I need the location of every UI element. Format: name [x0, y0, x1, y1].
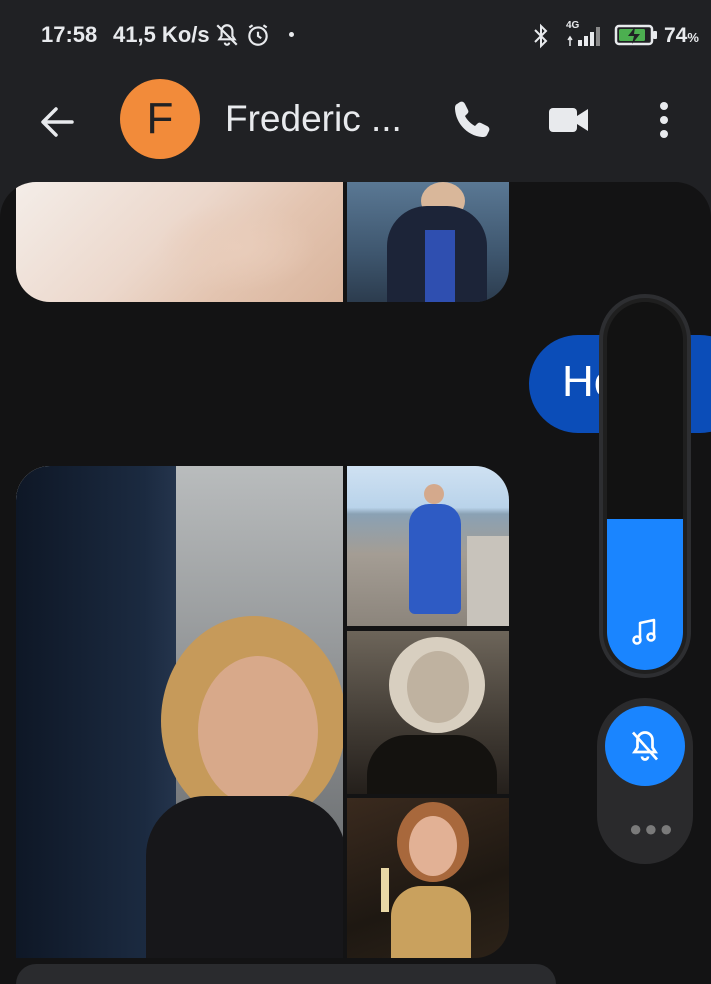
volume-track[interactable]: [607, 302, 683, 670]
notification-dot: [289, 32, 294, 37]
shared-photo[interactable]: [347, 631, 509, 794]
more-volume-options[interactable]: ●●●: [629, 816, 675, 842]
shared-photo[interactable]: [347, 182, 509, 302]
battery-percentage: 74%: [664, 24, 699, 47]
bell-off-icon: [631, 731, 659, 761]
video-call-icon[interactable]: [545, 96, 593, 144]
volume-slider[interactable]: [599, 294, 691, 678]
notifications-off-icon: [216, 24, 238, 46]
shared-photo[interactable]: [347, 798, 509, 958]
status-network-speed: 41,5 Ko/s: [113, 22, 210, 47]
ringer-panel: ●●●: [597, 698, 693, 864]
back-arrow-icon[interactable]: [36, 100, 80, 144]
signal-strength-icon: [567, 27, 600, 46]
battery-charging-icon: [614, 24, 657, 46]
message-composer-edge[interactable]: [16, 964, 556, 984]
phone-icon[interactable]: [448, 96, 496, 144]
ringer-mode-button[interactable]: [605, 706, 685, 786]
alarm-icon: [248, 24, 268, 46]
status-time: 17:58: [41, 22, 98, 47]
more-vert-icon[interactable]: [640, 96, 688, 144]
conversation-header: F Frederic ...: [0, 70, 711, 180]
contact-avatar[interactable]: F: [120, 79, 200, 159]
contact-name[interactable]: Frederic ...: [225, 98, 402, 140]
music-note-icon: [632, 618, 656, 645]
bluetooth-icon: [534, 23, 548, 49]
status-bar: 17:58 41,5 Ko/s 4G 74%: [0, 0, 711, 70]
shared-photo[interactable]: [16, 182, 343, 302]
shared-photo[interactable]: [16, 466, 343, 958]
shared-photo[interactable]: [347, 466, 509, 626]
